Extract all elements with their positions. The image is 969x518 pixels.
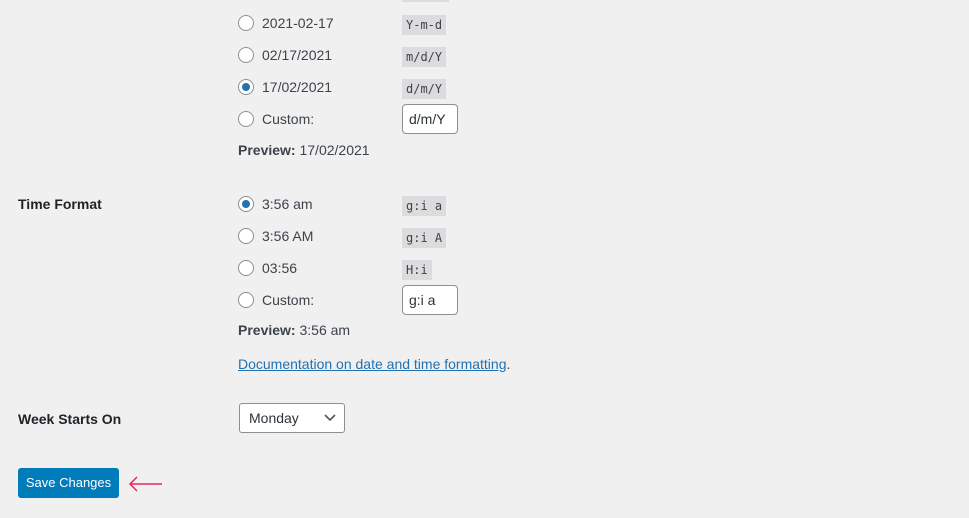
doc-line: Documentation on date and time formattin… — [238, 356, 510, 372]
date-code: m/d/Y — [402, 47, 447, 67]
arrow-left-icon — [128, 476, 162, 492]
save-changes-button[interactable]: Save Changes — [18, 468, 119, 498]
time-custom-input[interactable]: g:i a — [402, 285, 458, 315]
code-sample-cut — [402, 0, 449, 2]
time-option-label: 3:56 am — [262, 196, 313, 212]
date-custom-label: Custom: — [262, 111, 315, 127]
time-code: H:i — [402, 260, 432, 280]
date-radio-dmy[interactable] — [238, 79, 254, 95]
preview-label: Preview: — [238, 322, 296, 338]
time-radio-24h[interactable] — [238, 260, 254, 276]
date-code: d/m/Y — [402, 79, 447, 99]
time-custom-label: Custom: — [262, 292, 315, 308]
time-preview: Preview: 3:56 am — [238, 322, 350, 338]
date-code: Y-m-d — [402, 15, 447, 35]
time-radio-custom[interactable] — [238, 292, 254, 308]
date-option-label: 17/02/2021 — [262, 79, 333, 95]
select-value: Monday — [249, 410, 299, 426]
preview-label: Preview: — [238, 142, 296, 158]
preview-value: 3:56 am — [299, 322, 351, 338]
date-custom-input[interactable]: d/m/Y — [402, 104, 458, 134]
chevron-down-icon — [324, 414, 336, 422]
date-option-label: 02/17/2021 — [262, 47, 333, 63]
time-radio-lower[interactable] — [238, 196, 254, 212]
documentation-link[interactable]: Documentation on date and time formattin… — [238, 356, 507, 372]
date-radio-ymd[interactable] — [238, 15, 254, 31]
preview-value: 17/02/2021 — [299, 142, 370, 158]
time-code: g:i A — [402, 228, 447, 248]
time-radio-upper[interactable] — [238, 228, 254, 244]
time-code: g:i a — [402, 196, 447, 216]
time-option-label: 3:56 AM — [262, 228, 314, 244]
period: . — [506, 356, 511, 372]
date-preview: Preview: 17/02/2021 — [238, 142, 370, 158]
date-option-label: 2021-02-17 — [262, 15, 334, 31]
date-radio-mdy[interactable] — [238, 47, 254, 63]
time-option-label: 03:56 — [262, 260, 298, 276]
date-radio-custom[interactable] — [238, 111, 254, 127]
time-format-heading: Time Format — [18, 196, 102, 212]
week-starts-heading: Week Starts On — [18, 411, 122, 427]
week-start-select[interactable]: Monday — [239, 403, 345, 433]
